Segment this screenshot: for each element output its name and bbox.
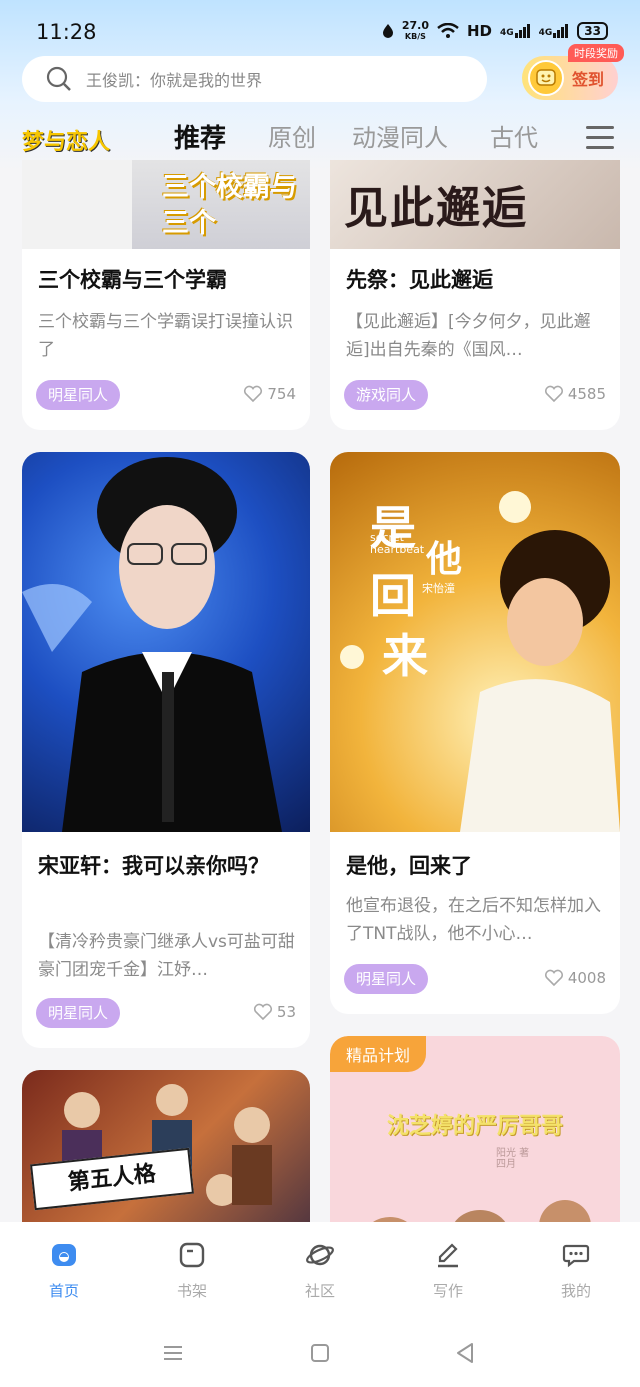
story-cover — [22, 452, 310, 832]
nav-me-label: 我的 — [560, 1282, 591, 1300]
story-card[interactable]: 见此邂逅 先祭：见此邂逅 【见此邂逅】[今夕何夕，见此邂逅]出自先秦的《国风… … — [330, 160, 620, 430]
search-placeholder: 王俊凯：你就是我的世界 — [86, 71, 263, 90]
story-title: 是他，回来了 — [346, 854, 472, 878]
like-count-value: 754 — [267, 385, 296, 403]
story-desc: 三个校霸与三个学霸误打误撞认识了 — [38, 312, 293, 360]
smiley-icon — [528, 60, 564, 96]
status-bar: 11:28 27.0 KB/S HD 4G 4G 33 — [0, 0, 640, 62]
tab-anime-fanfic[interactable]: 动漫同人 — [352, 118, 448, 153]
net-speed: 27.0 KB/S — [402, 20, 429, 42]
checkin-button[interactable]: 签到 — [522, 56, 618, 100]
cover-title-text: 见此邂逅 — [344, 183, 528, 234]
tab-ancient[interactable]: 古代 — [490, 118, 538, 153]
nav-bookshelf-label: 书架 — [176, 1282, 207, 1300]
net-speed-value: 27.0 — [401, 19, 429, 32]
net-speed-unit: KB/S — [404, 32, 426, 41]
heart-icon — [244, 385, 263, 403]
tab-original[interactable]: 原创 — [268, 118, 316, 153]
heart-icon — [544, 385, 563, 403]
wifi-icon — [437, 23, 459, 38]
like-count-value: 4008 — [567, 969, 606, 987]
recent-apps-icon[interactable] — [160, 1340, 186, 1366]
genre-tag[interactable]: 明星同人 — [36, 998, 121, 1028]
story-desc: 【见此邂逅】[今夕何夕，见此邂逅]出自先秦的《国风… — [346, 312, 591, 360]
hd-label: HD — [466, 22, 492, 40]
checkin-label: 签到 — [572, 70, 605, 89]
story-card[interactable]: 宋亚轩：我可以亲你吗？ 【清冷矜贵豪门继承人vs可盐可甜豪门团宠千金】江妤… 明… — [22, 452, 310, 1048]
story-card[interactable]: 三个校霸与三个 三个校霸与三个学霸 三个校霸与三个学霸误打误撞认识了 明星同人 … — [22, 160, 310, 430]
search-icon — [46, 66, 71, 91]
cover-portrait — [340, 491, 620, 832]
story-cover: 三个校霸与三个 — [22, 160, 310, 249]
genre-tag[interactable]: 明星同人 — [36, 380, 121, 410]
signal-icon — [514, 24, 530, 38]
story-title: 宋亚轩：我可以亲你吗？ — [38, 854, 269, 878]
story-title: 先祭：见此邂逅 — [346, 268, 493, 292]
nav-community[interactable]: 社区 — [280, 1240, 360, 1301]
chat-bubble-icon — [562, 1244, 590, 1268]
story-desc: 【清冷矜贵豪门继承人vs可盐可甜豪门团宠千金】江妤… — [38, 932, 295, 980]
like-count[interactable]: 4585 — [544, 385, 606, 403]
app-logo: 梦与恋人 — [22, 130, 111, 155]
genre-tag[interactable]: 明星同人 — [344, 964, 429, 994]
like-count[interactable]: 53 — [253, 1003, 296, 1021]
reward-tag: 时段奖励 — [568, 44, 624, 62]
heart-icon — [544, 969, 563, 987]
like-count[interactable]: 4008 — [544, 969, 606, 987]
category-nav: 梦与恋人 推荐 原创 动漫同人 古代 — [0, 112, 640, 162]
nav-home[interactable]: 首页 — [24, 1240, 104, 1301]
signal-1-label: 4G — [499, 28, 514, 38]
nav-community-label: 社区 — [304, 1282, 335, 1300]
story-card[interactable]: 沈芝婷的严厉哥哥 阳光 著 四月 精品计划 — [330, 1036, 620, 1224]
story-feed[interactable]: 三个校霸与三个 三个校霸与三个学霸 三个校霸与三个学霸误打误撞认识了 明星同人 … — [0, 160, 640, 1224]
tab-recommend[interactable]: 推荐 — [174, 118, 226, 155]
search-bar[interactable]: 王俊凯：你就是我的世界 — [22, 56, 487, 102]
battery-indicator: 33 — [577, 22, 608, 40]
nav-write[interactable]: 写作 — [408, 1240, 488, 1301]
menu-icon[interactable] — [586, 126, 614, 150]
like-count[interactable]: 754 — [243, 385, 296, 403]
signal-2-label: 4G — [538, 28, 553, 38]
signal-2: 4G — [539, 24, 570, 38]
nav-me[interactable]: 我的 — [536, 1240, 616, 1301]
planet-icon — [306, 1244, 334, 1266]
nav-home-label: 首页 — [48, 1282, 79, 1300]
signal-1: 4G — [500, 24, 531, 38]
pen-icon — [438, 1243, 458, 1268]
cover-portrait — [22, 457, 282, 832]
bookshelf-icon — [179, 1242, 205, 1268]
story-card[interactable]: 是 他 回 来 secret heartbeat 宋怡潼 是他，回来了 他宣布退役… — [330, 452, 620, 1014]
like-count-value: 53 — [276, 1003, 296, 1021]
home-icon — [52, 1244, 76, 1266]
nav-write-label: 写作 — [432, 1282, 463, 1300]
heart-icon — [253, 1003, 272, 1021]
back-icon[interactable] — [452, 1340, 478, 1366]
story-cover: 见此邂逅 — [330, 160, 620, 249]
story-cover: 是 他 回 来 secret heartbeat 宋怡潼 — [330, 452, 620, 832]
cover-title-text: 三个校霸与三个 — [162, 172, 297, 239]
genre-tag[interactable]: 游戏同人 — [344, 380, 429, 410]
like-count-value: 4585 — [567, 385, 606, 403]
signal-icon — [553, 24, 569, 38]
status-time: 11:28 — [36, 20, 97, 44]
home-button-icon[interactable] — [307, 1340, 333, 1366]
status-icons: 27.0 KB/S HD 4G 4G 33 — [382, 20, 608, 42]
story-title: 三个校霸与三个学霸 — [38, 268, 227, 292]
bottom-navigation: 首页 书架 社区 写作 我的 — [0, 1222, 640, 1387]
story-desc: 他宣布退役，在之后不知怎样加入了TNT战队，他不小心… — [346, 896, 601, 944]
location-icon — [382, 24, 393, 38]
cover-figure — [22, 160, 132, 249]
story-card[interactable]: 第五人格 — [22, 1070, 310, 1224]
story-cover: 第五人格 — [22, 1070, 310, 1224]
premium-badge: 精品计划 — [330, 1036, 427, 1072]
nav-bookshelf[interactable]: 书架 — [152, 1240, 232, 1301]
